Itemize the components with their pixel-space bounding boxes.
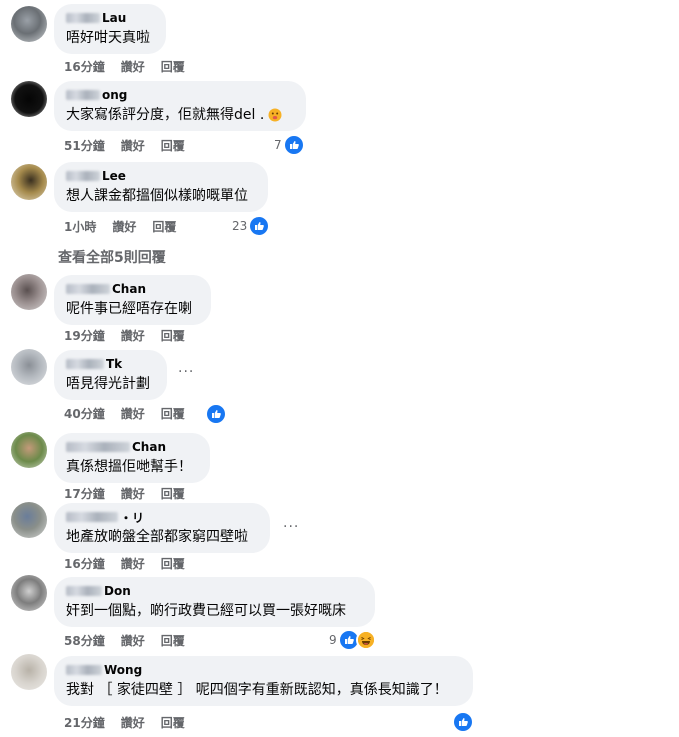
commenter-name[interactable]: Chan	[66, 281, 199, 297]
reply-button[interactable]: 回覆	[161, 58, 185, 75]
reaction-count: 23	[232, 219, 248, 233]
commenter-name-text: ong	[102, 88, 128, 102]
reaction-summary[interactable]: 23	[232, 215, 271, 237]
like-button[interactable]: 讚好	[112, 218, 136, 235]
comment-text: 唔見得光計劃	[66, 376, 150, 392]
commenter-name-text: Chan	[112, 282, 146, 296]
commenter-name-text: Don	[104, 584, 131, 598]
comment-time[interactable]: 51分鐘	[64, 137, 105, 154]
comment-time[interactable]: 58分鐘	[64, 632, 105, 649]
money-mouth-emoji-icon	[268, 108, 282, 128]
comment-meta: 16分鐘 讚好 回覆	[64, 58, 201, 74]
comment-bubble: Lee 想人課金都搵個似樣啲嘅單位	[54, 162, 268, 212]
avatar[interactable]	[11, 654, 47, 690]
like-button[interactable]: 讚好	[121, 632, 145, 649]
commenter-name[interactable]: Don	[66, 583, 363, 599]
reaction-summary[interactable]: 7	[274, 134, 305, 156]
comment-meta: 40分鐘 讚好 回覆	[64, 405, 201, 421]
comment-meta: 16分鐘 讚好 回覆	[64, 555, 201, 571]
comment-text: 想人課金都搵個似樣啲嘅單位	[66, 188, 248, 204]
like-button[interactable]: 讚好	[121, 58, 145, 75]
avatar[interactable]	[11, 274, 47, 310]
avatar[interactable]	[11, 164, 47, 200]
commenter-name[interactable]: Lau	[66, 10, 154, 26]
avatar[interactable]	[11, 575, 47, 611]
commenter-name[interactable]: Lee	[66, 168, 256, 184]
comment-time[interactable]: 40分鐘	[64, 405, 105, 422]
reply-button[interactable]: 回覆	[161, 327, 185, 344]
reply-button[interactable]: 回覆	[161, 137, 185, 154]
comment-text: 呢件事已經唔存在喇	[66, 301, 192, 317]
comment-meta: 58分鐘 讚好 回覆	[64, 632, 201, 648]
reaction-summary[interactable]	[205, 403, 227, 425]
reply-button[interactable]: 回覆	[161, 555, 185, 572]
comment-bubble: ・リ 地產放啲盤全部都家窮四壁啦	[54, 503, 270, 553]
like-button[interactable]: 讚好	[121, 485, 145, 502]
like-button[interactable]: 讚好	[121, 555, 145, 572]
reaction-count: 9	[329, 633, 337, 647]
reply-button[interactable]: 回覆	[161, 485, 185, 502]
avatar[interactable]	[11, 502, 47, 538]
avatar[interactable]	[11, 432, 47, 468]
comment-bubble: Lau 唔好咁天真啦	[54, 4, 166, 54]
comment-time[interactable]: 1小時	[64, 218, 96, 235]
avatar[interactable]	[11, 81, 47, 117]
commenter-name-text: Tk	[106, 357, 123, 371]
like-button[interactable]: 讚好	[121, 137, 145, 154]
like-reaction-icon	[205, 403, 227, 425]
like-button[interactable]: 讚好	[121, 327, 145, 344]
reply-button[interactable]: 回覆	[161, 405, 185, 422]
like-reaction-icon	[282, 134, 305, 156]
haha-reaction-icon	[355, 630, 376, 650]
commenter-name-text: ・リ	[120, 510, 145, 525]
comment-meta: 1小時 讚好 回覆	[64, 218, 192, 234]
commenter-name[interactable]: Chan	[66, 439, 198, 455]
comment-bubble: Wong 我對 ［ 家徒四壁 ］ 呢四個字有重新既認知，真係長知識了！	[54, 656, 473, 706]
avatar[interactable]	[11, 6, 47, 42]
commenter-name-text: Lau	[102, 11, 127, 25]
comment-time[interactable]: 19分鐘	[64, 327, 105, 344]
commenter-name[interactable]: Wong	[66, 662, 461, 678]
comment-time[interactable]: 17分鐘	[64, 485, 105, 502]
like-button[interactable]: 讚好	[121, 405, 145, 422]
comment-meta: 19分鐘 讚好 回覆	[64, 327, 201, 343]
view-all-replies-link[interactable]: 查看全部5則回覆	[58, 247, 166, 267]
like-button[interactable]: 讚好	[121, 714, 145, 731]
comment-text: 唔好咁天真啦	[66, 30, 150, 46]
comment-text: 我對 ［ 家徒四壁 ］ 呢四個字有重新既認知，真係長知識了！	[66, 682, 448, 698]
comment-bubble: Chan 呢件事已經唔存在喇	[54, 275, 211, 325]
commenter-name-text: Lee	[102, 169, 126, 183]
comment-bubble: Tk 唔見得光計劃	[54, 350, 167, 400]
reply-button[interactable]: 回覆	[152, 218, 176, 235]
comment-text: 奸到一個點，啲行政費已經可以買一張好嘅床	[66, 603, 346, 619]
reaction-summary[interactable]: 9	[329, 629, 376, 651]
avatar[interactable]	[11, 349, 47, 385]
more-options-button[interactable]: ···	[283, 519, 299, 535]
comment-time[interactable]: 21分鐘	[64, 714, 105, 731]
like-reaction-icon	[452, 711, 474, 733]
reply-button[interactable]: 回覆	[161, 632, 185, 649]
comment-time[interactable]: 16分鐘	[64, 58, 105, 75]
commenter-name-text: Chan	[132, 440, 166, 454]
comment-text: 真係想搵佢哋幫手！	[66, 459, 192, 475]
reply-button[interactable]: 回覆	[161, 714, 185, 731]
comment-meta: 21分鐘 讚好 回覆	[64, 714, 201, 730]
commenter-name[interactable]: ・リ	[66, 509, 258, 525]
reaction-count: 7	[274, 138, 282, 152]
comment-text-content: 大家寫係評分度，佢就無得del .	[66, 107, 265, 123]
comment-meta: 51分鐘 讚好 回覆	[64, 137, 201, 153]
like-reaction-icon	[248, 215, 271, 237]
comment-meta: 17分鐘 讚好 回覆	[64, 485, 201, 501]
comment-bubble: Don 奸到一個點，啲行政費已經可以買一張好嘅床	[54, 577, 375, 627]
comment-text: 地產放啲盤全部都家窮四壁啦	[66, 529, 248, 545]
comment-bubble: Chan 真係想搵佢哋幫手！	[54, 433, 210, 483]
reaction-summary[interactable]	[452, 711, 474, 733]
commenter-name[interactable]: Tk	[66, 356, 155, 372]
comment-bubble: ong 大家寫係評分度，佢就無得del .	[54, 81, 306, 131]
commenter-name[interactable]: ong	[66, 87, 294, 103]
comment-text: 大家寫係評分度，佢就無得del .	[66, 105, 294, 128]
comment-time[interactable]: 16分鐘	[64, 555, 105, 572]
more-options-button[interactable]: ···	[178, 364, 194, 380]
commenter-name-text: Wong	[104, 663, 143, 677]
